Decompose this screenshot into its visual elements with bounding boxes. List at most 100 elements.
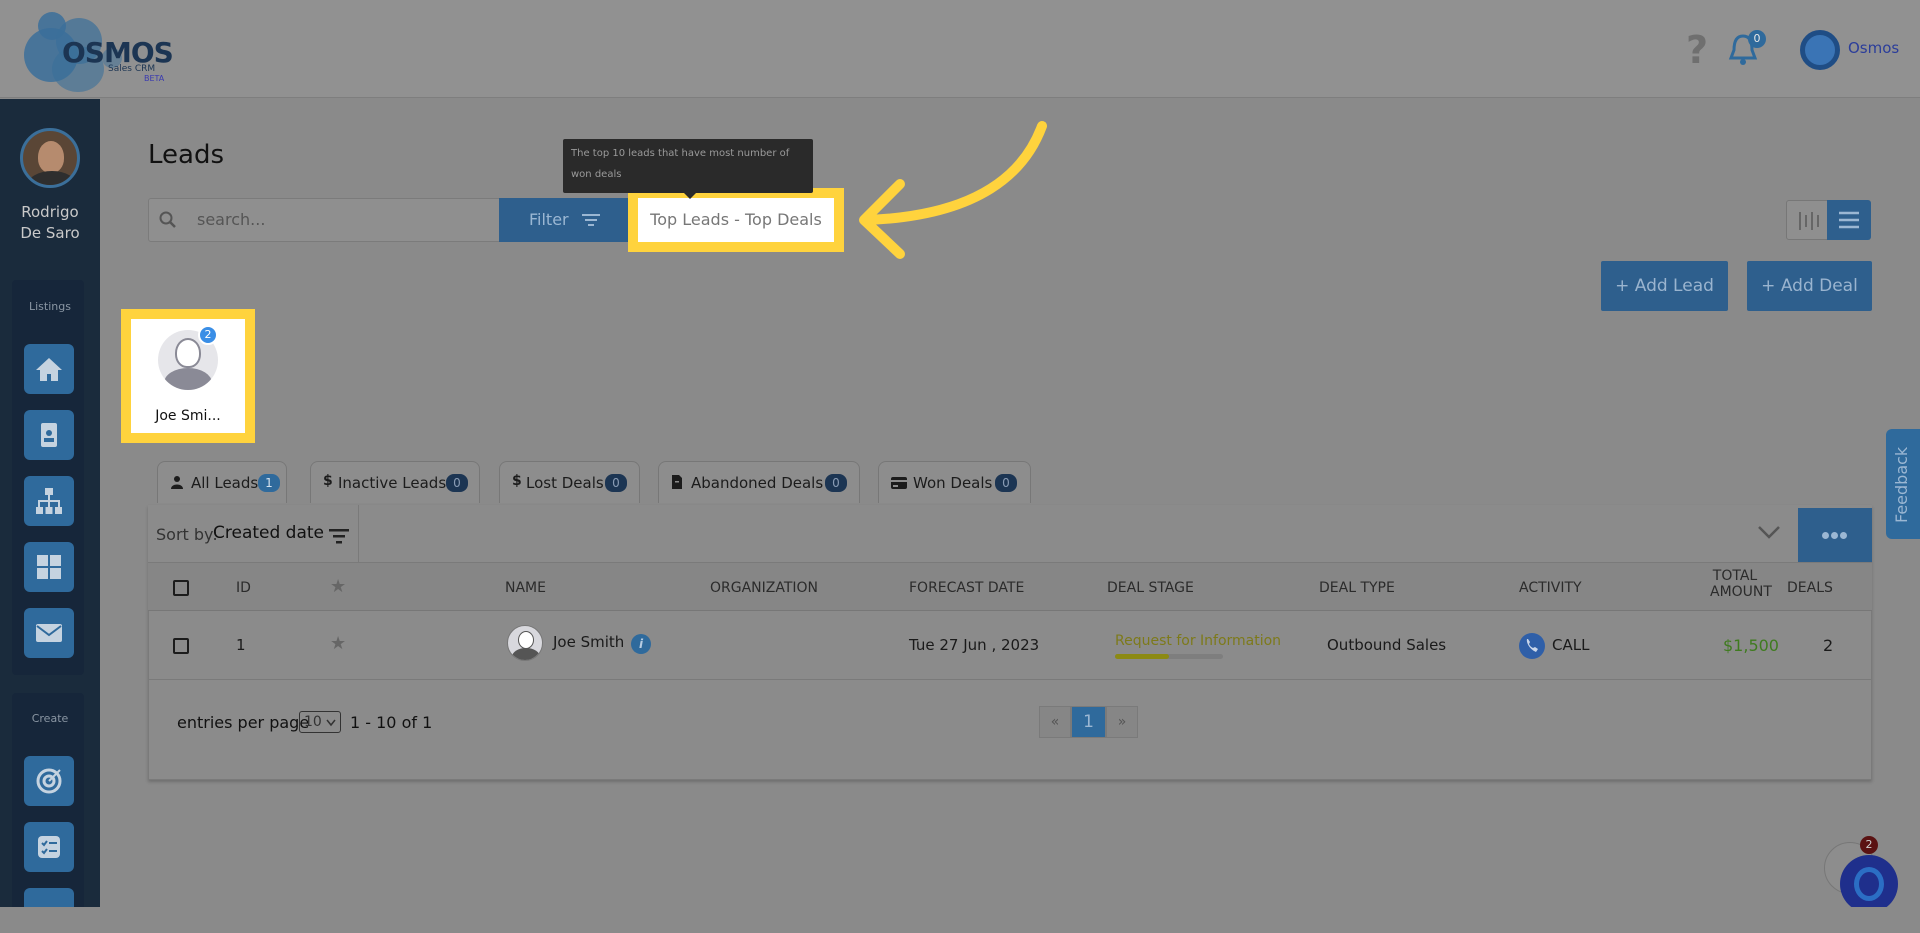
user-avatar[interactable]: [20, 128, 80, 188]
tab-label: Won Deals: [913, 474, 993, 492]
tab-lost-deals[interactable]: $ Lost Deals 0: [499, 461, 640, 503]
column-name[interactable]: NAME: [505, 580, 546, 596]
row-deals: 2: [1823, 636, 1834, 655]
column-deal-type[interactable]: DEAL TYPE: [1319, 580, 1395, 596]
star-icon[interactable]: ★: [330, 576, 346, 597]
chat-badge: 2: [1860, 836, 1878, 854]
top-lead-name: Joe Smi...: [155, 408, 221, 424]
column-activity[interactable]: ACTIVITY: [1519, 580, 1582, 596]
annotation-arrow: [859, 121, 1047, 259]
prev-page-button[interactable]: «: [1039, 706, 1071, 738]
sort-label: Sort by:: [156, 525, 218, 544]
add-lead-button[interactable]: + Add Lead: [1601, 261, 1728, 311]
contact-card-icon[interactable]: [24, 410, 74, 460]
per-page-select[interactable]: 10: [299, 711, 341, 733]
create-label: Create: [31, 712, 69, 725]
column-deal-stage[interactable]: DEAL STAGE: [1107, 580, 1194, 596]
search-icon: [158, 210, 178, 230]
column-forecast-date[interactable]: FORECAST DATE: [909, 580, 1024, 596]
tab-won-deals[interactable]: Won Deals 0: [878, 461, 1031, 503]
tab-inactive-leads[interactable]: $ Inactive Leads 0: [310, 461, 480, 503]
tooltip: The top 10 leads that have most number o…: [563, 139, 813, 193]
entries-per-page-label: entries per page: [177, 713, 310, 732]
row-total-amount: $1,500: [1723, 636, 1779, 655]
osmos-assistant-icon[interactable]: [1840, 855, 1898, 913]
tab-abandoned-deals[interactable]: Abandoned Deals 0: [658, 461, 860, 503]
column-total-line2: AMOUNT: [1710, 584, 1772, 600]
row-forecast-date: Tue 27 Jun , 2023: [909, 636, 1040, 654]
dot: [1822, 532, 1829, 539]
checklist-icon[interactable]: [24, 822, 74, 872]
feedback-label: Feedback: [1892, 446, 1911, 523]
home-icon[interactable]: [24, 344, 74, 394]
star-icon[interactable]: ★: [330, 633, 346, 654]
phone-icon[interactable]: [1519, 633, 1545, 659]
sort-value[interactable]: Created date: [213, 523, 324, 543]
org-chart-icon[interactable]: [24, 476, 74, 526]
row-activity[interactable]: CALL: [1552, 636, 1589, 654]
dollar-icon: $: [512, 473, 522, 489]
next-page-button[interactable]: »: [1106, 706, 1138, 738]
column-total-amount[interactable]: TOTAL AMOUNT: [1710, 568, 1772, 600]
dot: [1831, 532, 1838, 539]
row-deal-type: Outbound Sales: [1327, 636, 1447, 654]
row-checkbox[interactable]: [173, 638, 189, 654]
row-deal-stage: Request for Information: [1115, 633, 1282, 649]
filter-label: Filter: [529, 210, 569, 229]
help-icon[interactable]: ?: [1686, 28, 1708, 72]
deal-stage-progress-fill: [1115, 654, 1169, 659]
notification-badge: 0: [1748, 30, 1766, 48]
pagination-range: 1 - 10 of 1: [350, 713, 433, 732]
sidebar-user-name: Rodrigo De Saro: [0, 202, 100, 244]
search-placeholder: search...: [197, 210, 266, 229]
listings-label: Listings: [29, 300, 71, 313]
chevron-down-icon[interactable]: [1756, 524, 1782, 544]
per-page-value: 10: [304, 714, 322, 730]
column-total-line1: TOTAL: [1712, 568, 1758, 584]
info-icon[interactable]: i: [631, 634, 651, 654]
user-chip-name[interactable]: Osmos: [1848, 39, 1899, 57]
row-id: 1: [236, 636, 246, 654]
filter-icon: [582, 214, 600, 226]
user-last-name: De Saro: [20, 224, 80, 242]
tab-count: 0: [995, 474, 1017, 492]
mail-icon[interactable]: [24, 608, 74, 658]
page-title: Leads: [148, 140, 225, 170]
row-name[interactable]: Joe Smith: [553, 633, 624, 651]
sort-icon[interactable]: [328, 528, 350, 548]
dashboard-grid-icon[interactable]: [24, 542, 74, 592]
add-deal-button[interactable]: + Add Deal: [1747, 261, 1872, 311]
tab-count: 0: [605, 474, 627, 492]
dot: [1840, 532, 1847, 539]
person-icon: [170, 475, 184, 493]
user-first-name: Rodrigo: [21, 203, 79, 221]
tab-label: Inactive Leads: [338, 474, 447, 492]
top-header: [0, 0, 1920, 98]
column-organization[interactable]: ORGANIZATION: [710, 580, 818, 596]
tooltip-arrow: [684, 193, 696, 199]
kanban-view-toggle[interactable]: [1786, 200, 1828, 240]
tab-label: All Leads: [191, 474, 259, 492]
select-all-checkbox[interactable]: [173, 580, 189, 596]
filter-button[interactable]: Filter: [499, 198, 629, 242]
card-icon: [891, 475, 907, 493]
column-id[interactable]: ID: [236, 580, 251, 596]
tab-count: 0: [446, 474, 468, 492]
user-chip-icon[interactable]: [1800, 30, 1840, 70]
current-page-button[interactable]: 1: [1071, 706, 1106, 738]
tab-count: 1: [258, 474, 280, 492]
logo-beta: BETA: [144, 74, 165, 83]
top-leads-button[interactable]: Top Leads - Top Deals: [638, 198, 834, 242]
column-deals[interactable]: DEALS: [1787, 580, 1833, 596]
tab-all-leads[interactable]: All Leads 1: [157, 461, 287, 503]
more-options-button[interactable]: [1798, 508, 1872, 562]
tab-label: Lost Deals: [526, 474, 604, 492]
list-view-toggle[interactable]: [1827, 200, 1871, 240]
file-icon: [671, 475, 683, 493]
bottom-bar: [0, 907, 1920, 933]
tab-label: Abandoned Deals: [691, 474, 824, 492]
feedback-tab[interactable]: Feedback: [1886, 429, 1920, 539]
target-icon[interactable]: [24, 756, 74, 806]
more-create-icon[interactable]: [24, 888, 74, 908]
osmos-logo[interactable]: OSMOS Sales CRM BETA: [24, 8, 184, 92]
